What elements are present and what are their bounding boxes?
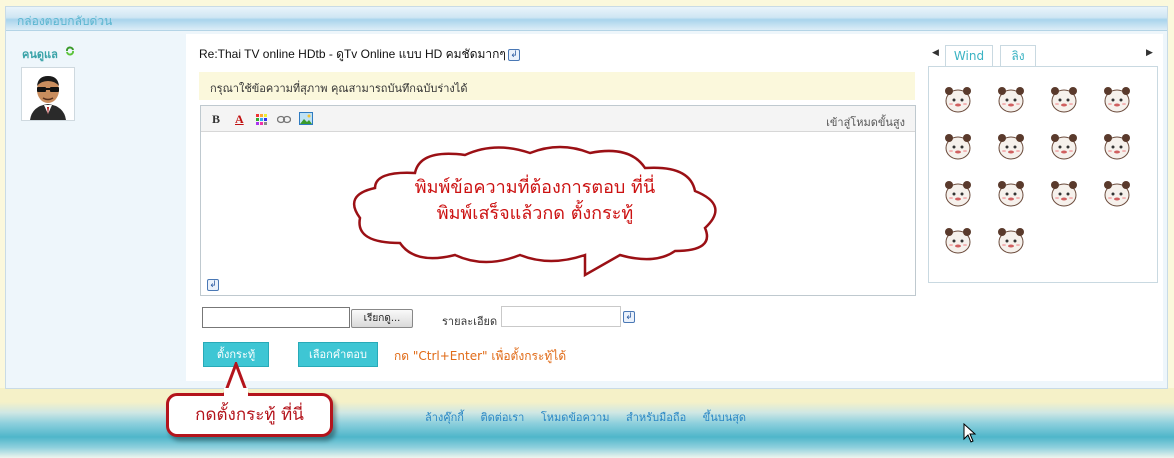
panda-emoticon-icon[interactable] bbox=[994, 81, 1028, 115]
emoticon-panel bbox=[928, 66, 1158, 283]
subject-field[interactable] bbox=[197, 44, 505, 64]
detail-enter-icon[interactable]: ↲ bbox=[623, 311, 635, 323]
footer-link-text-mode[interactable]: โหมดข้อความ bbox=[541, 411, 610, 424]
link-icon[interactable] bbox=[277, 115, 291, 124]
shortcut-hint: กด "Ctrl+Enter" เพื่อตั้งกระทู้ได้ bbox=[394, 349, 567, 363]
advanced-mode-link[interactable]: เข้าสู่โหมดขั้นสูง bbox=[826, 113, 905, 131]
user-name[interactable]: คนดูแล bbox=[22, 45, 58, 63]
footer-link-mobile[interactable]: สำหรับมือถือ bbox=[626, 411, 686, 424]
panda-emoticon-icon[interactable] bbox=[1047, 81, 1081, 115]
panda-emoticon-icon[interactable] bbox=[994, 128, 1028, 162]
panel-header: กล่องตอบกลับด่วน bbox=[6, 7, 1167, 31]
callout-pointer-cover bbox=[224, 388, 248, 398]
callout-text: กดตั้งกระทู้ ที่นี่ bbox=[166, 393, 333, 437]
panda-emoticon-icon[interactable] bbox=[941, 222, 975, 256]
footer-link-top[interactable]: ขึ้นบนสุด bbox=[703, 411, 746, 424]
detail-label: รายละเอียด bbox=[442, 315, 498, 328]
panda-emoticon-icon[interactable] bbox=[994, 175, 1028, 209]
panda-emoticon-icon[interactable] bbox=[994, 222, 1028, 256]
avatar[interactable] bbox=[21, 67, 75, 121]
bold-button[interactable]: B bbox=[212, 112, 220, 127]
speech-bubble-text: พิมพ์ข้อความที่ต้องการตอบ ที่นี่ พิมพ์เส… bbox=[414, 177, 656, 224]
panda-emoticon-icon[interactable] bbox=[1100, 175, 1134, 209]
panda-emoticon-icon[interactable] bbox=[941, 128, 975, 162]
refresh-icon[interactable] bbox=[65, 46, 75, 56]
editor-toolbar: B A เข้าสู่โหมดขั้นสูง bbox=[201, 106, 915, 132]
footer-link-contact[interactable]: ติดต่อเรา bbox=[480, 411, 524, 424]
tab-prev-icon[interactable]: ◀ bbox=[932, 48, 939, 58]
tab-next-icon[interactable]: ▶ bbox=[1146, 48, 1153, 58]
tab-wind[interactable]: Wind bbox=[945, 45, 993, 67]
panel-title: กล่องตอบกลับด่วน bbox=[17, 14, 113, 28]
panda-emoticon-icon[interactable] bbox=[941, 81, 975, 115]
background-color-icon[interactable] bbox=[256, 114, 268, 126]
detail-input[interactable] bbox=[501, 306, 621, 327]
editor-enter-icon[interactable]: ↲ bbox=[207, 279, 219, 291]
image-icon[interactable] bbox=[299, 112, 313, 125]
footer-link-clear-cookies[interactable]: ล้างคุ๊กกี้ bbox=[425, 411, 464, 424]
notice-text: กรุณาใช้ข้อความที่สุภาพ คุณสามารถบันทึกฉ… bbox=[199, 72, 915, 100]
panda-emoticon-icon[interactable] bbox=[1047, 175, 1081, 209]
sunglasses-man-avatar-icon bbox=[30, 76, 66, 120]
panda-emoticon-icon[interactable] bbox=[941, 175, 975, 209]
panda-emoticon-icon[interactable] bbox=[1100, 81, 1134, 115]
enter-icon[interactable]: ↲ bbox=[508, 49, 520, 61]
choose-reply-button[interactable]: เลือกคำตอบ bbox=[298, 342, 378, 367]
footer-links: ล้างคุ๊กกี้ ติดต่อเรา โหมดข้อความ สำหรับ… bbox=[425, 408, 759, 426]
font-color-button[interactable]: A bbox=[235, 112, 244, 127]
panda-emoticon-icon[interactable] bbox=[1100, 128, 1134, 162]
tab-monkey[interactable]: ลิง bbox=[1000, 45, 1036, 67]
mouse-cursor-icon bbox=[963, 423, 977, 443]
captcha-input[interactable] bbox=[202, 307, 350, 328]
browse-button[interactable]: เรียกดู... bbox=[351, 309, 413, 328]
panda-emoticon-icon[interactable] bbox=[1047, 128, 1081, 162]
